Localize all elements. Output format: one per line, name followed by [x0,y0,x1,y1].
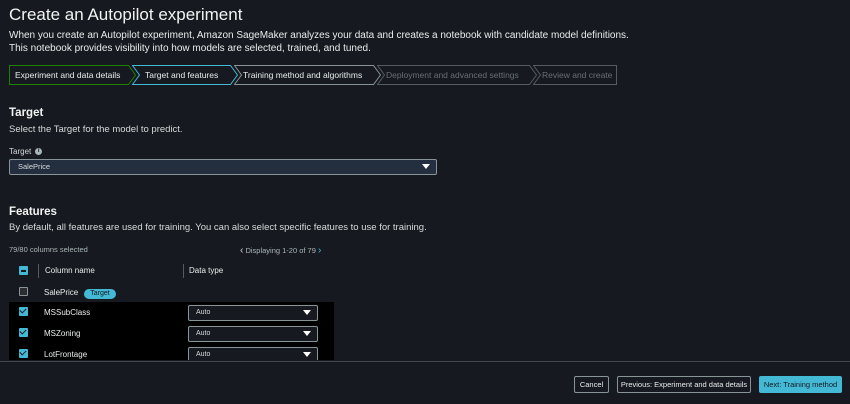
column-name: MSZoning [44,329,81,338]
column-header-name[interactable]: Column name [45,261,95,281]
caret-down-icon [303,352,311,357]
cancel-button[interactable]: Cancel [574,376,609,393]
column-divider [183,264,184,278]
target-label-text: Target [9,147,32,156]
target-subtext: Select the Target for the model to predi… [9,124,183,135]
table-row: LotFrontage Auto [9,344,334,360]
step-label: Training method and algorithms [243,70,363,80]
data-type-select[interactable]: Auto [188,305,318,321]
step-label: Target and features [145,70,219,80]
table-pagination: ‹ Displaying 1-20 of 79 › [240,245,321,256]
chevron-left-icon[interactable]: ‹ [240,245,243,256]
row-checkbox[interactable] [19,287,28,296]
column-name: SalePrice [44,288,79,297]
page-description-line-2: This notebook provides visibility into h… [9,43,371,54]
data-type-value: Auto [196,309,211,316]
data-type-value: Auto [196,330,211,337]
features-heading: Features [9,206,57,218]
row-checkbox[interactable] [19,328,28,337]
row-checkbox[interactable] [19,307,28,316]
table-row: SalePrice Target [9,282,334,302]
column-name: LotFrontage [44,350,88,359]
select-all-checkbox[interactable] [19,266,28,275]
column-name: MSSubClass [44,308,91,317]
target-select[interactable]: SalePrice [9,159,437,175]
columns-selected-count: 79/80 columns selected [9,245,88,254]
features-subtext: By default, all features are used for tr… [9,222,427,233]
step-training-method-and-algorithms[interactable]: Training method and algorithms [234,65,381,85]
column-name-cell: SalePrice Target [44,288,116,299]
target-badge: Target [84,289,116,299]
table-header: Column name Data type [9,261,334,281]
pagination-text: Displaying 1-20 of 79 [245,246,316,255]
column-divider [38,264,39,278]
column-header-data-type[interactable]: Data type [189,261,223,281]
target-heading: Target [9,107,44,119]
step-experiment-and-data-details[interactable]: Experiment and data details [9,65,136,85]
caret-down-icon [422,164,430,169]
caret-down-icon [303,310,311,315]
step-review-and-create: Review and create [533,65,617,85]
step-label: Experiment and data details [15,70,121,80]
target-select-value: SalePrice [18,162,51,171]
next-button[interactable]: Next: Training method [759,376,842,393]
footer-divider [0,361,850,362]
data-type-value: Auto [196,351,211,358]
data-type-select[interactable]: Auto [188,326,318,342]
table-row: MSZoning Auto [9,323,334,343]
page-description: When you create an Autopilot experiment,… [9,29,629,55]
wizard-steps: Experiment and data details Target and f… [9,65,617,85]
step-deployment-and-advanced-settings: Deployment and advanced settings [377,65,537,85]
step-target-and-features[interactable]: Target and features [132,65,238,85]
table-row: MSSubClass Auto [9,302,334,322]
step-label: Review and create [542,70,613,80]
data-type-select[interactable]: Auto [188,347,318,360]
page-description-line-1: When you create an Autopilot experiment,… [9,30,629,41]
caret-down-icon [303,331,311,336]
table-body-rows: MSSubClass Auto MSZoning Auto LotFrontag… [9,302,334,360]
target-field-label: Target i [9,147,43,156]
row-checkbox[interactable] [19,349,28,358]
page-title: Create an Autopilot experiment [9,5,243,24]
chevron-right-icon[interactable]: › [318,245,321,256]
step-label: Deployment and advanced settings [386,70,519,80]
info-icon[interactable]: i [35,148,43,156]
previous-button[interactable]: Previous: Experiment and data details [617,376,751,393]
